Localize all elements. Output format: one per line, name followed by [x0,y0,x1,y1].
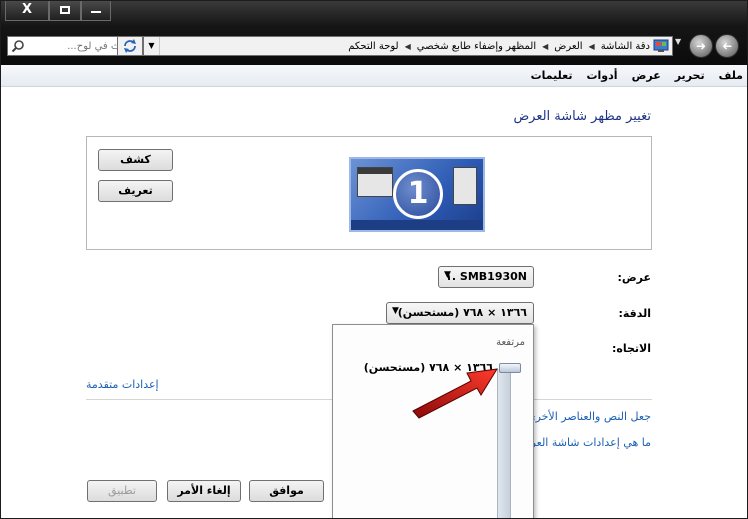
orientation-label: الاتجاه: [611,342,651,355]
close-button[interactable]: X [5,1,49,21]
menu-tools[interactable]: أدوات [586,69,617,82]
breadcrumb-separator-icon[interactable]: ◀ [405,42,411,51]
monitor-preview-panel: كشف تعريف 1 [86,136,652,250]
breadcrumb: لوحة التحكم ◀ المظهر وإضفاء طابع شخصي ◀ … [348,37,650,55]
advanced-settings-link[interactable]: إعدادات متقدمة [86,378,159,391]
display-select-value: SMB1930N .١ [445,270,527,283]
display-select[interactable]: SMB1930N .١ ▼ [438,266,534,288]
ok-button[interactable]: موافق [249,480,324,502]
search-icon [11,40,24,53]
apply-button[interactable]: تطبيق [87,480,157,502]
menu-file[interactable]: ملف [719,69,743,82]
resolution-label: الدقة: [618,307,651,320]
forward-button[interactable]: ➜ [689,34,713,58]
menu-bar: ملف تحرير عرض أدوات تعليمات [1,65,747,87]
chevron-down-icon: ▼ [148,41,155,50]
monitor-1-preview[interactable]: 1 [349,157,485,232]
breadcrumb-separator-icon[interactable]: ◀ [589,42,595,51]
back-button[interactable]: ➜ [715,34,739,58]
arrow-right-icon: ➜ [695,39,707,53]
resolution-select[interactable]: ١٣٦٦ × ٧٦٨ (مستحسن) ▼ [386,302,534,324]
menu-view[interactable]: عرض [632,69,661,82]
text-size-link[interactable]: جعل النص والعناصر الأخرى [527,410,651,423]
control-panel-icon [653,39,669,52]
identify-button[interactable]: تعريف [98,180,173,202]
resolution-select-value: ١٣٦٦ × ٧٦٨ (مستحسن) [397,306,527,319]
breadcrumb-appearance[interactable]: المظهر وإضفاء طابع شخصي [417,41,536,52]
detect-button[interactable]: كشف [98,149,173,171]
breadcrumb-separator-icon[interactable]: ◀ [542,42,548,51]
window-chrome: X ▼ لوحة التحكم ◀ المظهر وإضفاء طابع شخص… [1,1,747,65]
cancel-button[interactable]: إلغاء الأمر [167,480,241,502]
resolution-slider-popup: مرتفعة ١٣٦٦ × ٧٦٨ (مستحسن) [332,324,534,518]
breadcrumb-display[interactable]: العرض [554,41,582,52]
window-thumbnail-icon [357,167,393,197]
address-bar[interactable]: ▼ لوحة التحكم ◀ المظهر وإضفاء طابع شخصي … [143,36,673,56]
maximize-icon [60,6,70,14]
resolution-slider-thumb[interactable] [499,363,521,373]
maximize-button[interactable] [49,1,81,21]
refresh-icon[interactable] [117,36,143,56]
minimize-button[interactable] [81,1,111,21]
recent-pages-chevron-icon[interactable]: ▼ [675,37,681,46]
chevron-down-icon: ▼ [444,270,451,280]
page-title: تغيير مظهر شاشة العرض [513,109,651,124]
taskbar-thumbnail [351,220,483,230]
menu-edit[interactable]: تحرير [675,69,705,82]
menu-help[interactable]: تعليمات [531,69,573,82]
minimize-icon [91,11,101,13]
slider-high-label: مرتفعة [496,337,525,348]
chevron-down-icon: ▼ [392,306,399,316]
which-settings-link[interactable]: ما هي إعدادات شاشة العرض [517,436,651,449]
monitor-number-badge: 1 [393,169,443,219]
display-label: عرض: [617,271,651,284]
breadcrumb-screen-resolution[interactable]: دقة الشاشة [601,41,650,52]
breadcrumb-control-panel[interactable]: لوحة التحكم [348,41,398,52]
close-icon: X [21,2,33,17]
annotation-arrow-icon [412,368,498,419]
arrow-left-icon: ➜ [721,39,733,53]
address-history-dropdown[interactable]: ▼ [144,37,160,55]
window-thumbnail-icon [453,167,477,205]
screen-resolution-window: X ▼ لوحة التحكم ◀ المظهر وإضفاء طابع شخص… [0,0,748,519]
